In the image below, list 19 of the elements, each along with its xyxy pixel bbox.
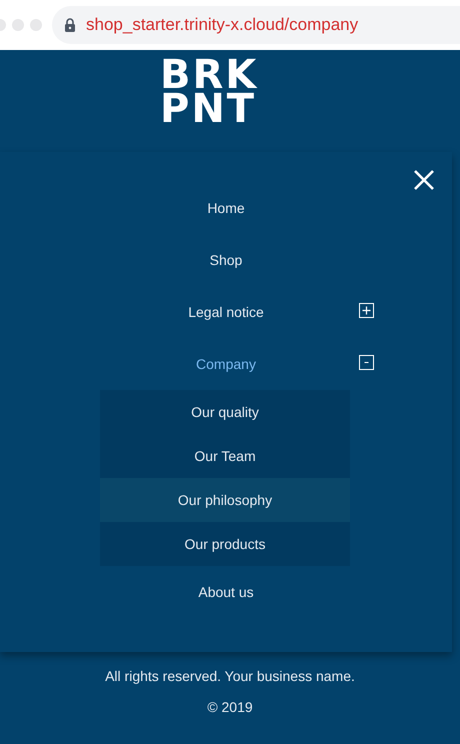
menu-item[interactable]: Home xyxy=(207,198,245,218)
expand-icon[interactable] xyxy=(359,303,374,318)
lock-icon xyxy=(64,18,76,32)
logo[interactable]: BRK PNT xyxy=(160,58,258,152)
menu-item[interactable]: Legal notice xyxy=(188,302,264,322)
submenu-item[interactable]: Our quality xyxy=(100,390,350,434)
menu-item[interactable]: About us xyxy=(198,582,254,602)
submenu-item[interactable]: Our products xyxy=(100,522,350,566)
submenu-item[interactable]: Our philosophy xyxy=(100,478,350,522)
footer-text: All rights reserved. Your business name. xyxy=(105,667,355,686)
collapse-icon[interactable] xyxy=(359,355,374,370)
footer-text: © 2019 xyxy=(207,698,253,717)
submenu-item[interactable]: Our Team xyxy=(100,434,350,478)
menu-item[interactable]: Company xyxy=(196,354,256,374)
url-text: shop_starter.trinity-x.cloud/company xyxy=(86,14,358,36)
close-button[interactable] xyxy=(412,168,436,192)
close-icon xyxy=(412,168,436,192)
menu-item[interactable]: Shop xyxy=(210,250,242,270)
address-field[interactable]: shop_starter.trinity-x.cloud/company xyxy=(52,6,460,44)
